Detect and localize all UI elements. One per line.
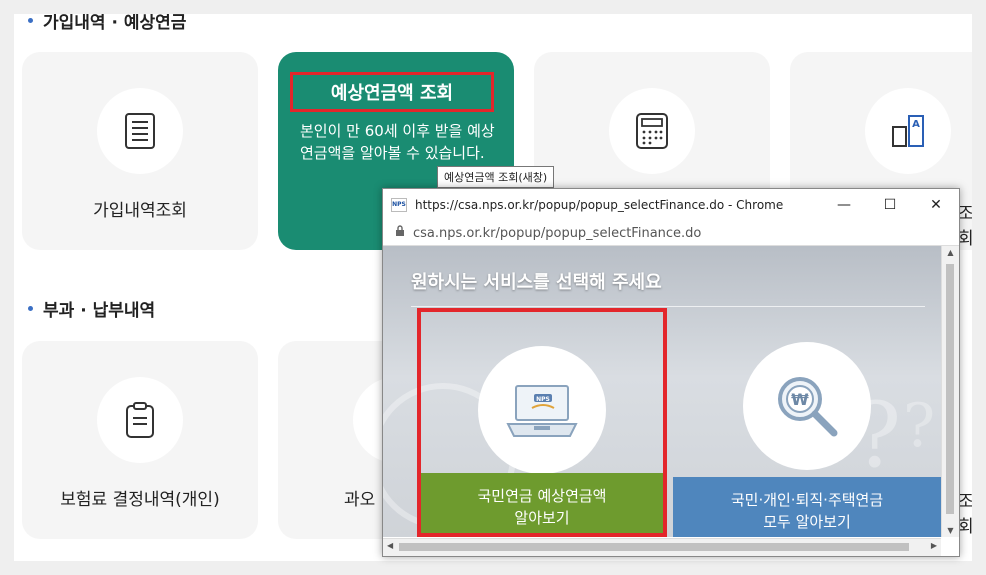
option-label-line2: 알아보기 xyxy=(514,509,570,527)
card-description: 본인이 만 60세 이후 받을 예상연금액을 알아볼 수 있습니다. xyxy=(300,122,495,162)
section-title-text: 가입내역 · 예상연금 xyxy=(43,14,187,33)
option-icon-circle: ₩ xyxy=(743,342,871,470)
scroll-right-icon[interactable]: ▶ xyxy=(931,541,937,550)
popup-titlebar[interactable]: NPS https://csa.nps.or.kr/popup/popup_se… xyxy=(383,189,959,221)
document-a-icon: A xyxy=(892,115,924,147)
option-label: 국민연금 예상연금액 알아보기 xyxy=(421,473,663,533)
section-title-text: 부과 · 납부내역 xyxy=(43,301,156,321)
card-label: 가입내역조회 xyxy=(93,201,187,221)
option-label-line1: 국민·개인·퇴직·주택연금 xyxy=(730,491,884,509)
option-label-line1: 국민연금 예상연금액 xyxy=(477,487,607,505)
scroll-up-icon[interactable]: ▲ xyxy=(942,248,959,257)
scroll-thumb[interactable] xyxy=(946,264,954,514)
svg-text:NPS: NPS xyxy=(536,396,550,403)
magnifier-won-icon: ₩ xyxy=(778,377,838,437)
maximize-button[interactable]: ☐ xyxy=(867,189,913,221)
option-icon-circle: NPS xyxy=(478,346,606,474)
lock-icon xyxy=(395,225,405,241)
scroll-left-icon[interactable]: ◀ xyxy=(387,541,393,550)
option-label-line2: 모두 알아보기 xyxy=(763,513,851,531)
divider xyxy=(411,306,925,307)
close-button[interactable]: ✕ xyxy=(913,189,959,221)
svg-text:A: A xyxy=(912,119,920,130)
section-title-billing: 부과 · 납부내역 xyxy=(28,296,155,321)
option-label: 국민·개인·퇴직·주택연금 모두 알아보기 xyxy=(673,477,941,537)
card-premium-decision[interactable]: 보험료 결정내역(개인) xyxy=(22,341,258,539)
window-controls: — ☐ ✕ xyxy=(821,189,959,221)
clipboard-icon xyxy=(126,402,154,438)
address-url: csa.nps.or.kr/popup/popup_selectFinance.… xyxy=(413,225,702,241)
option-all-pensions[interactable]: ₩ 국민·개인·퇴직·주택연금 모두 알아보기 xyxy=(673,308,941,537)
card-title-highlight: 예상연금액 조회 xyxy=(290,72,494,112)
laptop-icon: NPS xyxy=(506,385,578,437)
address-bar[interactable]: csa.nps.or.kr/popup/popup_selectFinance.… xyxy=(383,221,959,246)
scroll-down-icon[interactable]: ▼ xyxy=(942,526,959,535)
edge-label-top: 조회 xyxy=(958,204,972,249)
section-title-enrollment: 가입내역 · 예상연금 xyxy=(28,14,186,33)
popup-window-title: https://csa.nps.or.kr/popup/popup_select… xyxy=(415,198,784,212)
calculator-icon xyxy=(636,113,668,149)
popup-content: ? ? 원하시는 서비스를 선택해 주세요 NPS 국민연금 예상연금액 알아보… xyxy=(383,246,941,537)
bullet-icon xyxy=(28,306,33,311)
edge-label-bottom: 조회 xyxy=(958,492,972,537)
popup-heading: 원하시는 서비스를 선택해 주세요 xyxy=(411,272,662,293)
card-label: 보험료 결정내역(개인) xyxy=(60,490,220,510)
tooltip: 예상연금액 조회(새창) xyxy=(437,166,555,188)
option-nps-expected-pension[interactable]: NPS 국민연금 예상연금액 알아보기 xyxy=(417,308,667,537)
card-enrollment-history[interactable]: 가입내역조회 xyxy=(22,52,258,250)
card-icon-circle xyxy=(609,88,695,174)
card-icon-circle xyxy=(97,88,183,174)
vertical-scrollbar[interactable]: ▲ ▼ xyxy=(941,246,959,537)
nps-favicon-icon: NPS xyxy=(391,198,407,212)
minimize-button[interactable]: — xyxy=(821,189,867,221)
card-icon-circle: A xyxy=(865,88,951,174)
horizontal-scrollbar[interactable]: ◀ ▶ xyxy=(383,538,941,556)
document-icon xyxy=(125,113,155,149)
popup-window[interactable]: NPS https://csa.nps.or.kr/popup/popup_se… xyxy=(382,188,960,557)
bullet-icon xyxy=(28,18,33,23)
scroll-thumb[interactable] xyxy=(399,543,909,551)
card-icon-circle xyxy=(97,377,183,463)
svg-text:₩: ₩ xyxy=(791,390,809,409)
